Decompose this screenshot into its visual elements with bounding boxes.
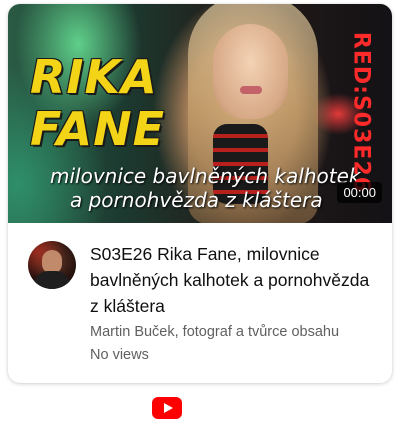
view-count: No views — [90, 347, 149, 363]
youtube-logo-icon[interactable] — [152, 397, 182, 419]
thumbnail-name-line2: FANE — [30, 102, 166, 156]
thumbnail-name-line1: RIKA — [30, 50, 158, 104]
thumbnail-episode-label: RED:S03E26 — [348, 31, 374, 194]
thumbnail-subtitle-line2: a pornohvězda z kláštera — [70, 188, 323, 212]
thumbnail-figure-face — [213, 24, 288, 119]
channel-name[interactable]: Martin Buček, fotograf a tvůrce obsahu — [90, 324, 339, 340]
video-thumbnail[interactable]: RIKA FANE milovnice bavlněných kalhotek … — [8, 4, 392, 223]
thumbnail-figure-lips — [240, 86, 262, 94]
video-title[interactable]: S03E26 Rika Fane, milovnice bavlněných k… — [90, 241, 382, 319]
avatar-body — [34, 271, 70, 289]
channel-avatar[interactable] — [28, 241, 76, 289]
video-card[interactable]: RIKA FANE milovnice bavlněných kalhotek … — [8, 4, 392, 383]
duration-badge: 00:00 — [337, 182, 382, 203]
thumbnail-subtitle-line1: milovnice bavlněných kalhotek — [50, 164, 361, 188]
